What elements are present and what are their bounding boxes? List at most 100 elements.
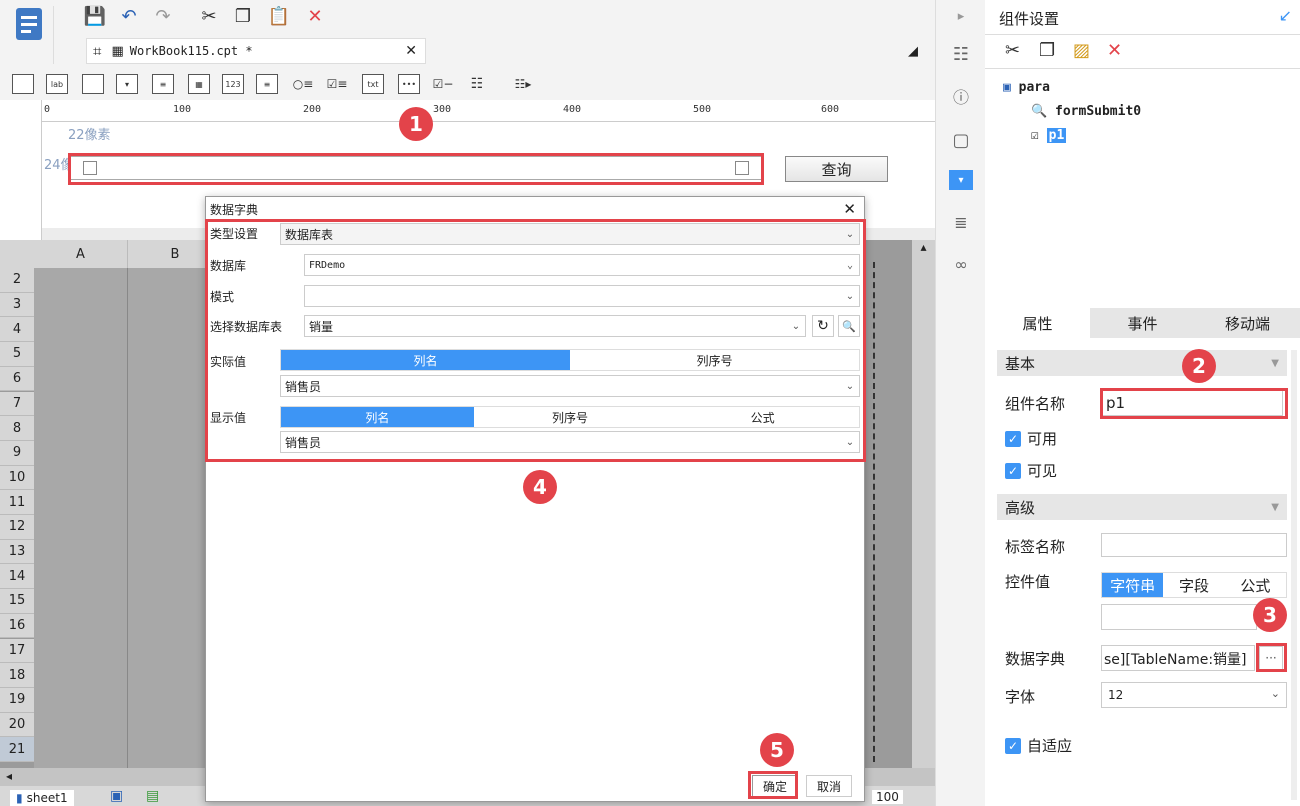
undo-icon[interactable]: ↶: [116, 3, 142, 29]
border-icon[interactable]: ▢: [949, 128, 973, 152]
textarea-widget-icon[interactable]: ≡: [256, 74, 278, 94]
condition-icon[interactable]: ≣: [949, 210, 973, 234]
tab-events[interactable]: 事件: [1090, 308, 1195, 338]
cut-icon[interactable]: ✂: [1005, 40, 1020, 61]
sheet-tab[interactable]: ▮ sheet1: [10, 790, 74, 806]
row-header[interactable]: 20: [0, 712, 34, 738]
hyperlink-icon[interactable]: ∞: [949, 252, 973, 276]
display-value-select[interactable]: 销售员 ⌄: [280, 431, 860, 453]
row-header[interactable]: 10: [0, 465, 34, 491]
display-tab-column-name[interactable]: 列名: [281, 407, 474, 427]
p1-checkbox-widget[interactable]: [70, 156, 762, 180]
row-header[interactable]: 2: [0, 268, 34, 293]
pin-icon[interactable]: ↙: [1279, 6, 1292, 25]
row-header[interactable]: 9: [0, 440, 34, 466]
add-sheet-icon[interactable]: ▣: [110, 788, 123, 804]
preview-icon[interactable]: 🔍: [838, 315, 860, 337]
cell-attribute-icon[interactable]: ⓘ: [949, 84, 973, 108]
row-header[interactable]: 15: [0, 589, 34, 614]
row-header[interactable]: 7: [0, 391, 34, 417]
row-header[interactable]: 4: [0, 317, 34, 343]
section-basic[interactable]: 基本 ▼: [997, 350, 1287, 376]
adaptive-checkbox[interactable]: ✓ 自适应: [1005, 735, 1072, 756]
close-tab-icon[interactable]: ✕: [405, 43, 417, 59]
file-tab[interactable]: ⌗ ▦ WorkBook115.cpt * ✕: [86, 38, 426, 64]
row-header[interactable]: 11: [0, 490, 34, 515]
font-size-select[interactable]: 12 ⌄: [1101, 682, 1287, 708]
visible-checkbox[interactable]: ✓ 可见: [1005, 460, 1057, 481]
scroll-up-icon[interactable]: ▴: [912, 240, 935, 254]
column-a-cells[interactable]: [34, 268, 128, 768]
query-button[interactable]: 查询: [785, 156, 888, 182]
enabled-checkbox[interactable]: ✓ 可用: [1005, 428, 1057, 449]
column-b-cells[interactable]: [128, 268, 208, 768]
scroll-left-icon[interactable]: ◂: [6, 769, 12, 783]
row-header[interactable]: 14: [0, 564, 34, 590]
add-report-sheet-icon[interactable]: ▤: [146, 788, 159, 804]
cut-icon[interactable]: ✂: [196, 3, 222, 29]
row-header[interactable]: 5: [0, 342, 34, 367]
row-header[interactable]: 3: [0, 292, 34, 318]
redo-icon[interactable]: ↷: [150, 3, 176, 29]
close-icon[interactable]: ✕: [843, 200, 856, 218]
section-advanced[interactable]: 高级 ▼: [997, 494, 1287, 520]
layout-icon[interactable]: ☷: [949, 42, 973, 66]
data-dictionary-button[interactable]: ···: [1259, 646, 1283, 670]
save-icon[interactable]: 💾: [82, 3, 108, 29]
copy-icon[interactable]: ❐: [230, 3, 256, 29]
tree-root[interactable]: ▣ para: [1003, 80, 1050, 95]
radio-group-icon[interactable]: ○≡: [292, 74, 314, 94]
tree-item-formsubmit[interactable]: 🔍 formSubmit0: [1031, 104, 1141, 119]
zoom-value[interactable]: 100: [872, 790, 903, 804]
more-widgets-icon[interactable]: ☷▸: [512, 74, 534, 94]
paste-icon[interactable]: 📋: [266, 3, 292, 29]
widget-settings-icon[interactable]: ▾: [949, 170, 973, 190]
row-header[interactable]: 6: [0, 366, 34, 392]
control-tab-formula[interactable]: 公式: [1225, 573, 1286, 597]
paste-icon[interactable]: ▨: [1073, 40, 1090, 61]
list-widget-icon[interactable]: ≡: [152, 74, 174, 94]
tab-properties[interactable]: 属性: [985, 308, 1090, 338]
delete-icon[interactable]: ✕: [302, 3, 328, 29]
text-widget-icon[interactable]: txt: [362, 74, 384, 94]
display-tab-formula[interactable]: 公式: [666, 407, 860, 427]
control-value-input[interactable]: [1101, 604, 1257, 630]
schema-select[interactable]: ⌄: [304, 285, 860, 307]
checkbox-group-icon[interactable]: ☑≡: [326, 74, 348, 94]
column-header[interactable]: A: [34, 240, 128, 268]
panel-menu-icon[interactable]: ◢: [900, 38, 926, 64]
table-select[interactable]: 销量 ⌄: [304, 315, 806, 337]
checkbox-widget-icon[interactable]: ☑−: [432, 74, 454, 94]
display-tab-column-index[interactable]: 列序号: [473, 407, 667, 427]
combobox-widget-icon[interactable]: ▾: [116, 74, 138, 94]
password-widget-icon[interactable]: •••: [398, 74, 420, 94]
row-header[interactable]: 13: [0, 539, 34, 565]
copy-icon[interactable]: ❐: [1039, 40, 1055, 61]
tree-item-p1[interactable]: ☑ p1: [1031, 128, 1067, 143]
ok-button[interactable]: 确定: [752, 775, 798, 797]
corner-cell[interactable]: [0, 240, 34, 268]
tree-widget-icon[interactable]: ☷: [466, 74, 488, 94]
data-dictionary-input[interactable]: se][TableName:销量]: [1101, 645, 1255, 671]
date-widget-icon[interactable]: ▦: [188, 74, 210, 94]
row-header[interactable]: 12: [0, 515, 34, 540]
refresh-icon[interactable]: ↻: [812, 315, 834, 337]
label-widget-icon[interactable]: lab: [46, 74, 68, 94]
type-select[interactable]: 数据库表 ⌄: [280, 223, 860, 245]
control-tab-field[interactable]: 字段: [1163, 573, 1224, 597]
panel-scrollbar[interactable]: [1291, 350, 1297, 800]
delete-icon[interactable]: ✕: [1107, 40, 1122, 61]
row-header[interactable]: 17: [0, 638, 34, 664]
row-header[interactable]: 18: [0, 663, 34, 688]
component-name-input[interactable]: p1: [1101, 390, 1283, 416]
row-header[interactable]: 19: [0, 687, 34, 713]
row-header[interactable]: 16: [0, 613, 34, 639]
actual-tab-column-index[interactable]: 列序号: [570, 350, 859, 370]
tag-name-input[interactable]: [1101, 533, 1287, 557]
number-widget-icon[interactable]: 123: [222, 74, 244, 94]
row-header[interactable]: 21: [0, 737, 34, 762]
control-tab-string[interactable]: 字符串: [1102, 573, 1164, 597]
textbox-widget-icon[interactable]: [82, 74, 104, 94]
button-widget-icon[interactable]: [12, 74, 34, 94]
vertical-scrollbar[interactable]: ▴: [912, 240, 935, 768]
